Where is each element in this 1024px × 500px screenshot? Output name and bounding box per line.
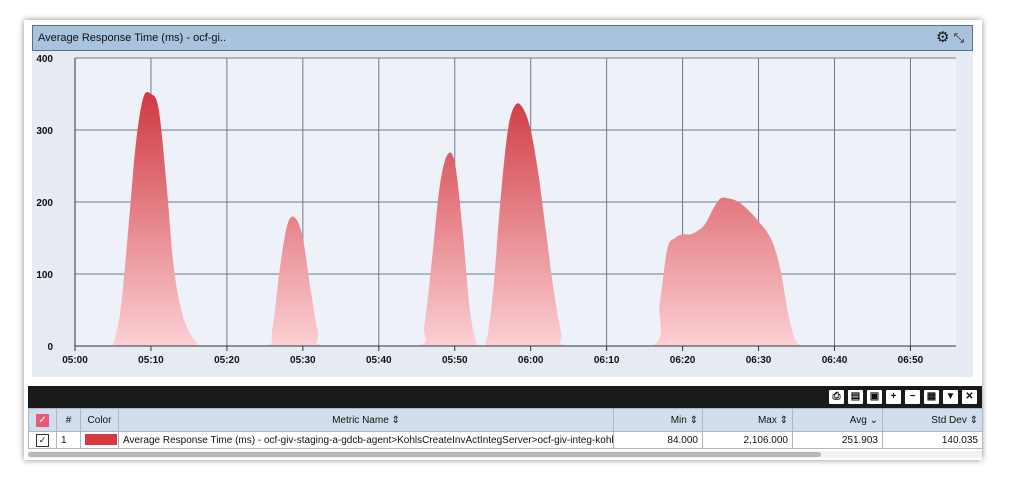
plus-icon[interactable]: + xyxy=(886,390,901,404)
chart-widget: Average Response Time (ms) - ocf-gi.. ⚙ … xyxy=(24,20,983,460)
x-tick-label: 05:30 xyxy=(290,355,316,366)
row-color-swatch xyxy=(80,431,119,449)
column-header-number: # xyxy=(56,408,81,432)
panel-header: Average Response Time (ms) - ocf-gi.. ⚙ … xyxy=(32,25,973,51)
column-header-min[interactable]: Min ⇕ xyxy=(613,408,703,432)
collapse-arrows-icon[interactable]: ⤡ xyxy=(954,30,964,45)
y-tick-label: 0 xyxy=(47,342,53,353)
metrics-table: ✓ # Color Metric Name ⇕ Min ⇕ Max ⇕ Avg … xyxy=(28,408,983,449)
y-tick-label: 200 xyxy=(36,198,53,209)
x-tick-label: 06:10 xyxy=(594,355,620,366)
row-number: 1 xyxy=(56,431,81,449)
panel-actions: ⚙ ⤡ xyxy=(936,29,964,47)
x-tick-label: 05:00 xyxy=(62,355,88,366)
excel-export-icon[interactable]: ▤ xyxy=(848,390,863,404)
column-header-std-dev[interactable]: Std Dev ⇕ xyxy=(882,408,983,432)
select-all-checkbox[interactable]: ✓ xyxy=(28,408,57,432)
x-tick-label: 06:50 xyxy=(898,355,924,366)
x-tick-label: 05:10 xyxy=(138,355,164,366)
row-std-dev: 140.035 xyxy=(882,431,983,449)
table-header-row: ✓ # Color Metric Name ⇕ Min ⇕ Max ⇕ Avg … xyxy=(28,408,983,432)
horizontal-scrollbar[interactable] xyxy=(28,451,982,458)
y-tick-label: 300 xyxy=(36,126,53,137)
y-tick-label: 400 xyxy=(36,54,53,65)
row-checkbox[interactable]: ✓ xyxy=(28,431,57,449)
filter-icon[interactable]: ▼ xyxy=(943,390,958,404)
area-chart: 0 100 200 300 400 05:00 05:10 05:20 05:30 05:40 05… xyxy=(36,54,956,366)
gear-icon[interactable]: ⚙ xyxy=(936,29,949,46)
x-tick-label: 05:50 xyxy=(442,355,468,366)
column-header-metric-name[interactable]: Metric Name ⇕ xyxy=(118,408,614,432)
table-row[interactable]: ✓ 1 Average Response Time (ms) - ocf-giv… xyxy=(28,431,983,449)
pdf-export-icon[interactable]: ⎙ xyxy=(829,390,844,404)
scrollbar-thumb[interactable] xyxy=(28,452,821,457)
x-tick-label: 05:40 xyxy=(366,355,392,366)
row-metric-name: Average Response Time (ms) - ocf-giv-sta… xyxy=(118,431,614,449)
row-max: 2,106.000 xyxy=(702,431,793,449)
column-header-color: Color xyxy=(80,408,119,432)
panel-title: Average Response Time (ms) - ocf-gi.. xyxy=(38,32,227,44)
minus-icon[interactable]: − xyxy=(905,390,920,404)
y-tick-label: 100 xyxy=(36,270,53,281)
x-tick-label: 06:20 xyxy=(670,355,696,366)
x-tick-label: 05:20 xyxy=(214,355,240,366)
x-tick-label: 06:00 xyxy=(518,355,544,366)
csv-export-icon[interactable]: ▣ xyxy=(867,390,882,404)
row-avg: 251.903 xyxy=(792,431,883,449)
table-icon[interactable]: ▦ xyxy=(924,390,939,404)
chart-plot-area: 0 100 200 300 400 05:00 05:10 05:20 05:30 05:40 05… xyxy=(32,51,973,377)
table-toolbar: ⎙ ▤ ▣ + − ▦ ▼ ✕ xyxy=(28,386,982,408)
column-header-avg[interactable]: Avg ⌄ xyxy=(792,408,883,432)
close-icon[interactable]: ✕ xyxy=(962,390,977,404)
row-min: 84.000 xyxy=(613,431,703,449)
x-tick-label: 06:30 xyxy=(746,355,772,366)
column-header-max[interactable]: Max ⇕ xyxy=(702,408,793,432)
x-tick-label: 06:40 xyxy=(822,355,848,366)
